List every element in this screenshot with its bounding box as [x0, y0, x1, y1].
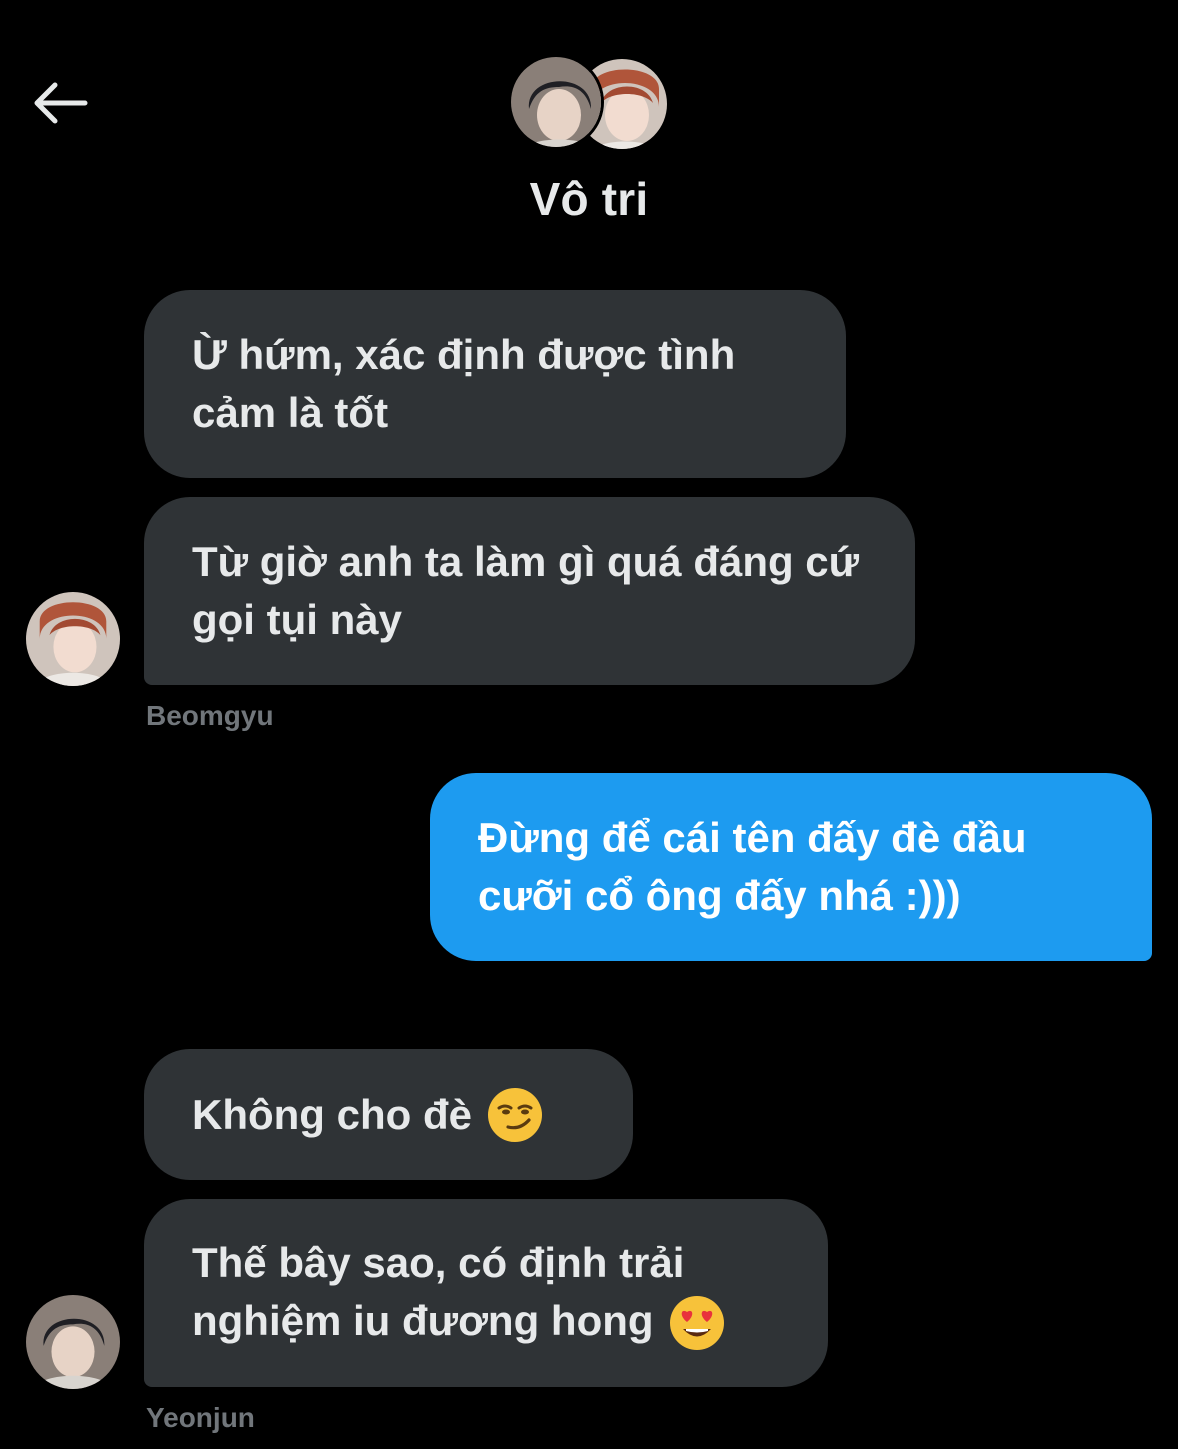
message-bubble-incoming[interactable]: Từ giờ anh ta làm gì quá đáng cứ gọi tụi…	[144, 497, 915, 685]
message-bubble-incoming[interactable]: Không cho đè	[144, 1049, 633, 1180]
message-bubble-incoming[interactable]: Thế bây sao, có định trải nghiệm iu đươn…	[144, 1199, 828, 1387]
group-avatar[interactable]	[508, 54, 670, 154]
smirking-face-icon	[487, 1087, 542, 1142]
message-bubble-incoming[interactable]: Ừ hứm, xác định được tình cảm là tốt	[144, 290, 846, 478]
message-bubble-outgoing[interactable]: Đừng để cái tên đấy đè đầu cưỡi cổ ông đ…	[430, 773, 1152, 961]
arrow-left-icon	[34, 82, 88, 124]
avatar-participant-1	[508, 54, 604, 150]
message-text: Thế bây sao, có định trải nghiệm iu đươn…	[192, 1234, 780, 1353]
back-button[interactable]	[30, 76, 92, 130]
dm-conversation-screen: Vô tri Ừ hứm, xác định được tình cảm là …	[0, 0, 1178, 1449]
heart-eyes-face-icon	[669, 1296, 724, 1351]
message-text: Từ giờ anh ta làm gì quá đáng cứ gọi tụi…	[192, 538, 860, 643]
message-text: Ừ hứm, xác định được tình cảm là tốt	[192, 331, 736, 436]
conversation-title[interactable]: Vô tri	[0, 172, 1178, 226]
sender-name: Yeonjun	[146, 1402, 255, 1433]
sender-name: Beomgyu	[146, 700, 274, 731]
message-text: Đừng để cái tên đấy đè đầu cưỡi cổ ông đ…	[478, 814, 1027, 919]
message-text: Không cho đè	[192, 1090, 472, 1138]
sender-avatar-yeonjun[interactable]	[26, 1295, 120, 1389]
sender-avatar-beomgyu[interactable]	[26, 592, 120, 686]
